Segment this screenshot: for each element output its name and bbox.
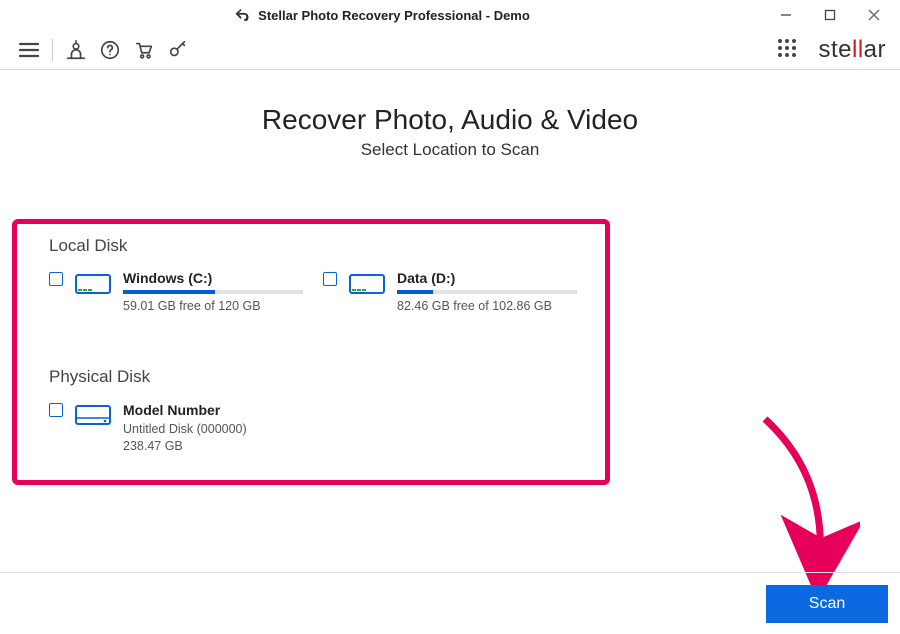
scan-button[interactable]: Scan xyxy=(766,585,888,623)
disk-usage-bar xyxy=(123,290,303,294)
advanced-settings-icon[interactable] xyxy=(61,35,91,65)
disk-usage-bar xyxy=(397,290,577,294)
page-title: Recover Photo, Audio & Video xyxy=(0,104,900,136)
page-subtitle: Select Location to Scan xyxy=(0,140,900,160)
physical-disk-item[interactable]: Model Number Untitled Disk (000000) 238.… xyxy=(49,401,399,456)
disk-checkbox[interactable] xyxy=(49,403,63,417)
disk-name: Windows (C:) xyxy=(123,270,303,286)
toolbar-divider xyxy=(52,39,53,61)
apps-grid-icon[interactable] xyxy=(778,39,800,61)
disk-usage-fill xyxy=(397,290,433,294)
disk-selection-panel: Local Disk Windows (C:) 59.01 GB free of… xyxy=(12,219,610,485)
disk-checkbox[interactable] xyxy=(323,272,337,286)
disk-checkbox[interactable] xyxy=(49,272,63,286)
brand-logo: stellar xyxy=(818,36,886,64)
bottom-bar: Scan xyxy=(0,572,900,634)
hdd-icon xyxy=(73,401,113,436)
annotation-arrow-icon xyxy=(740,414,860,589)
cart-icon[interactable] xyxy=(129,35,159,65)
window-controls xyxy=(764,0,896,30)
disk-usage-fill xyxy=(123,290,215,294)
disk-free-text: 59.01 GB free of 120 GB xyxy=(123,299,303,313)
page-headline: Recover Photo, Audio & Video Select Loca… xyxy=(0,104,900,160)
help-icon[interactable] xyxy=(95,35,125,65)
disk-name: Data (D:) xyxy=(397,270,577,286)
physical-disk-heading: Physical Disk xyxy=(49,367,573,387)
local-disk-item[interactable]: Data (D:) 82.46 GB free of 102.86 GB xyxy=(323,270,577,313)
window-title: Stellar Photo Recovery Professional - De… xyxy=(258,8,530,23)
back-icon[interactable] xyxy=(234,7,250,24)
local-disk-item[interactable]: Windows (C:) 59.01 GB free of 120 GB xyxy=(49,270,303,313)
disk-free-text: 82.46 GB free of 102.86 GB xyxy=(397,299,577,313)
disk-subtitle: Untitled Disk (000000) xyxy=(123,421,247,439)
drive-icon xyxy=(73,270,113,305)
menu-icon[interactable] xyxy=(14,35,44,65)
maximize-button[interactable] xyxy=(808,0,852,30)
drive-icon xyxy=(347,270,387,305)
local-disk-heading: Local Disk xyxy=(49,236,573,256)
disk-capacity: 238.47 GB xyxy=(123,438,247,456)
key-icon[interactable] xyxy=(163,35,193,65)
disk-model: Model Number xyxy=(123,401,247,421)
close-button[interactable] xyxy=(852,0,896,30)
main-toolbar: stellar xyxy=(0,30,900,70)
window-titlebar: Stellar Photo Recovery Professional - De… xyxy=(0,0,900,30)
minimize-button[interactable] xyxy=(764,0,808,30)
